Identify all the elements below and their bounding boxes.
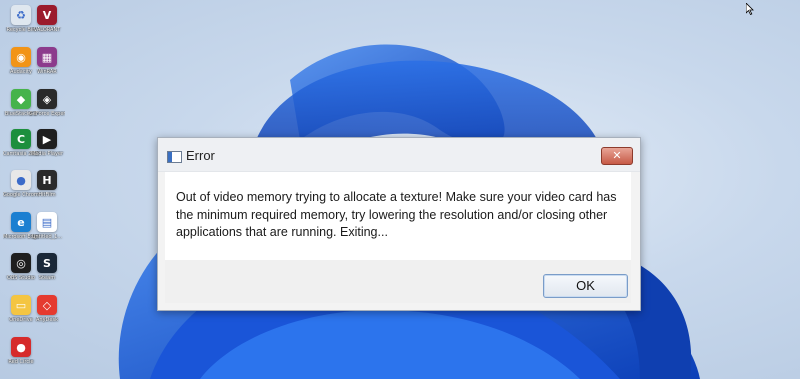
desktop-shortcut[interactable]: V VALORANT <box>29 5 65 45</box>
red-circle-app-icon: ● <box>11 337 31 357</box>
media-player-icon: ▶ <box>37 129 57 149</box>
desktop-shortcut[interactable]: ▶ Media Player <box>29 129 65 169</box>
desktop-shortcut[interactable]: ● Red Circle <box>3 337 39 377</box>
desktop-shortcut-label: Steam <box>38 275 56 281</box>
winrar-icon: ▦ <box>37 47 57 67</box>
close-icon: ✕ <box>612 149 622 162</box>
error-message: Out of video memory trying to allocate a… <box>176 190 617 239</box>
mouse-cursor-icon <box>746 3 754 15</box>
recycle-bin-icon: ♻ <box>11 5 31 25</box>
dialog-title: Error <box>186 148 215 163</box>
desktop-shortcut-label: Media Player <box>30 151 64 157</box>
anydesk-icon: ◇ <box>37 295 57 315</box>
geforce-experience-icon: ◈ <box>37 89 57 109</box>
close-button[interactable]: ✕ <box>601 147 633 165</box>
desktop-shortcut-label: GeForce Experience <box>29 111 65 117</box>
desktop-shortcut-label: VALORANT <box>33 27 61 33</box>
bluestacks-icon: ◆ <box>11 89 31 109</box>
desktop-shortcut[interactable]: ◈ GeForce Experience <box>29 89 65 129</box>
desktop-shortcut[interactable]: ▤ Untitled_1... <box>29 212 65 252</box>
document-file-icon: ▤ <box>37 212 57 232</box>
google-chrome-icon: ● <box>11 170 31 190</box>
desktop-shortcut[interactable]: ▦ WinRAR <box>29 47 65 87</box>
desktop-shortcut[interactable]: H HitFilm <box>29 170 65 210</box>
desktop-shortcut[interactable]: ◇ AnyDesk <box>29 295 65 335</box>
valorant-icon: V <box>37 5 57 25</box>
steam-icon: S <box>37 253 57 273</box>
desktop-shortcut-label: AnyDesk <box>36 317 58 323</box>
desktop-shortcut-label: Untitled_1... <box>31 234 63 240</box>
ok-button[interactable]: OK <box>543 274 628 298</box>
dialog-content: Out of video memory trying to allocate a… <box>165 172 631 260</box>
dialog-titlebar[interactable]: Error ✕ <box>158 138 640 172</box>
onedrive-icon: ▭ <box>11 295 31 315</box>
obs-studio-icon: ◎ <box>11 253 31 273</box>
hitfilm-icon: H <box>37 170 57 190</box>
error-dialog: Error ✕ Out of video memory trying to al… <box>157 137 641 311</box>
microsoft-edge-icon: e <box>11 212 31 232</box>
desktop-shortcut-label: HitFilm <box>38 192 56 198</box>
desktop-icons: ♻ Recycle Bin V VALORANT ◉ Audacity ▦ WinRAR ◆ Bl… <box>0 0 70 379</box>
camtasia-icon: C <box>11 129 31 149</box>
window-app-icon <box>167 151 182 163</box>
desktop-shortcut[interactable]: S Steam <box>29 253 65 293</box>
desktop-shortcut-label: WinRAR <box>37 69 57 75</box>
audacity-icon: ◉ <box>11 47 31 67</box>
dialog-button-bar: OK <box>165 260 631 303</box>
desktop-shortcut-label: Red Circle <box>8 359 34 365</box>
